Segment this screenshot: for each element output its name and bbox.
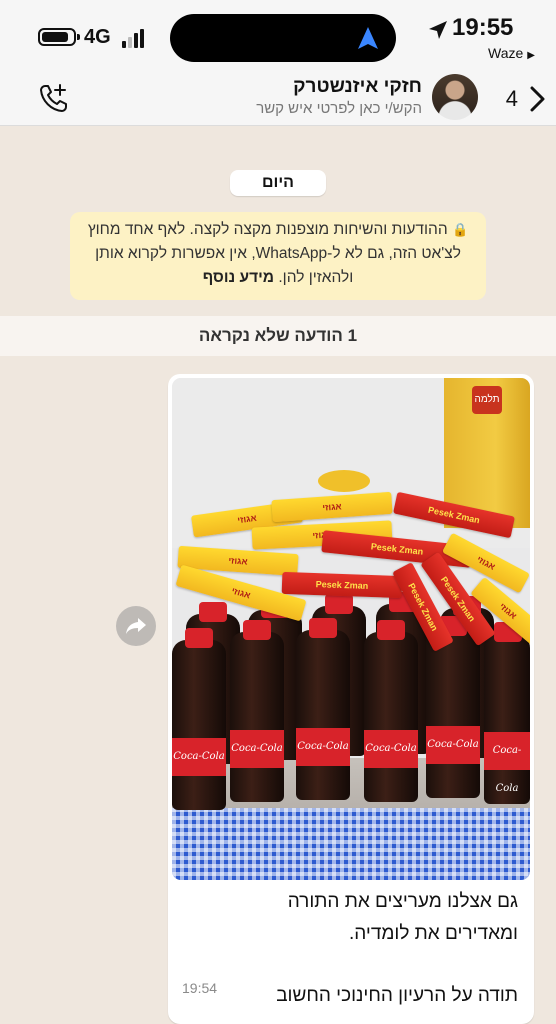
message-photo[interactable]: תלמה Coca-Cola Coca-Cola Coca-Cola Coca-… (172, 378, 530, 880)
contact-name[interactable]: חזקי איזנשטרק (293, 76, 422, 98)
navigation-arrow-icon (358, 27, 378, 49)
location-arrow-icon (429, 21, 447, 39)
photo-bottle: Coca-Cola (426, 616, 480, 798)
status-time: 19:55 (452, 14, 514, 41)
photo-chocolate-bar: Pesek Zman (281, 571, 403, 599)
lock-icon: 🔒 (451, 222, 469, 237)
unread-count[interactable]: 4 (506, 86, 518, 112)
back-app-label: Waze (488, 45, 524, 61)
photo-bottle: Coca-Cola (296, 618, 350, 800)
status-bar: 4G 19:55 Waze ▶ (0, 0, 556, 74)
date-divider: היום (230, 170, 326, 196)
encryption-text: ההודעות והשיחות מוצפנות מקצה לקצה. לאף א… (87, 221, 461, 286)
dynamic-island (170, 14, 396, 62)
photo-bottle: Coca-Cola (172, 628, 226, 810)
play-triangle-icon: ▶ (527, 50, 535, 61)
photo-bottle: Coca-Cola (364, 620, 418, 802)
encryption-notice[interactable]: 🔒 ההודעות והשיחות מוצפנות מקצה לקצה. לאף… (70, 212, 486, 300)
chat-header: 4 חזקי איזנשטרק הקש/י כאן לפרטי איש קשר (0, 74, 556, 126)
caption-line: תודה על הרעיון החינוכי החשוב (276, 985, 518, 1006)
message-time: 19:54 (182, 980, 218, 996)
back-to-app-link[interactable]: Waze ▶ (488, 45, 535, 61)
message-bubble[interactable]: תלמה Coca-Cola Coca-Cola Coca-Cola Coca-… (168, 374, 534, 1024)
photo-bottle: Coca-Cola (230, 620, 284, 802)
signal-icon (122, 28, 148, 48)
photo-yellow-lid (318, 470, 370, 492)
caption-line: ומאדירים את לומדיה. (348, 923, 518, 944)
unread-banner: 1 הודעה שלא נקראה (0, 316, 556, 356)
photo-tablecloth (172, 808, 530, 880)
photo-box-label: תלמה (472, 386, 502, 414)
forward-button[interactable] (116, 606, 156, 646)
back-chevron-icon[interactable] (528, 86, 546, 112)
chat-area[interactable]: היום 🔒 ההודעות והשיחות מוצפנות מקצה לקצה… (0, 126, 556, 1024)
battery-icon (38, 28, 80, 46)
photo-bottle: Coca-Cola (484, 622, 530, 804)
forward-arrow-icon (126, 618, 146, 634)
avatar[interactable] (432, 74, 478, 120)
caption-line: גם אצלנו מעריצים את התורה (287, 891, 518, 912)
learn-more-link[interactable]: מידע נוסף (203, 269, 274, 286)
network-label: 4G (84, 26, 111, 48)
contact-subtitle[interactable]: הקש/י כאן לפרטי איש קשר (256, 100, 422, 117)
message-caption: גם אצלנו מעריצים את התורה ומאדירים את לו… (188, 886, 518, 1012)
add-call-icon[interactable] (38, 82, 70, 114)
